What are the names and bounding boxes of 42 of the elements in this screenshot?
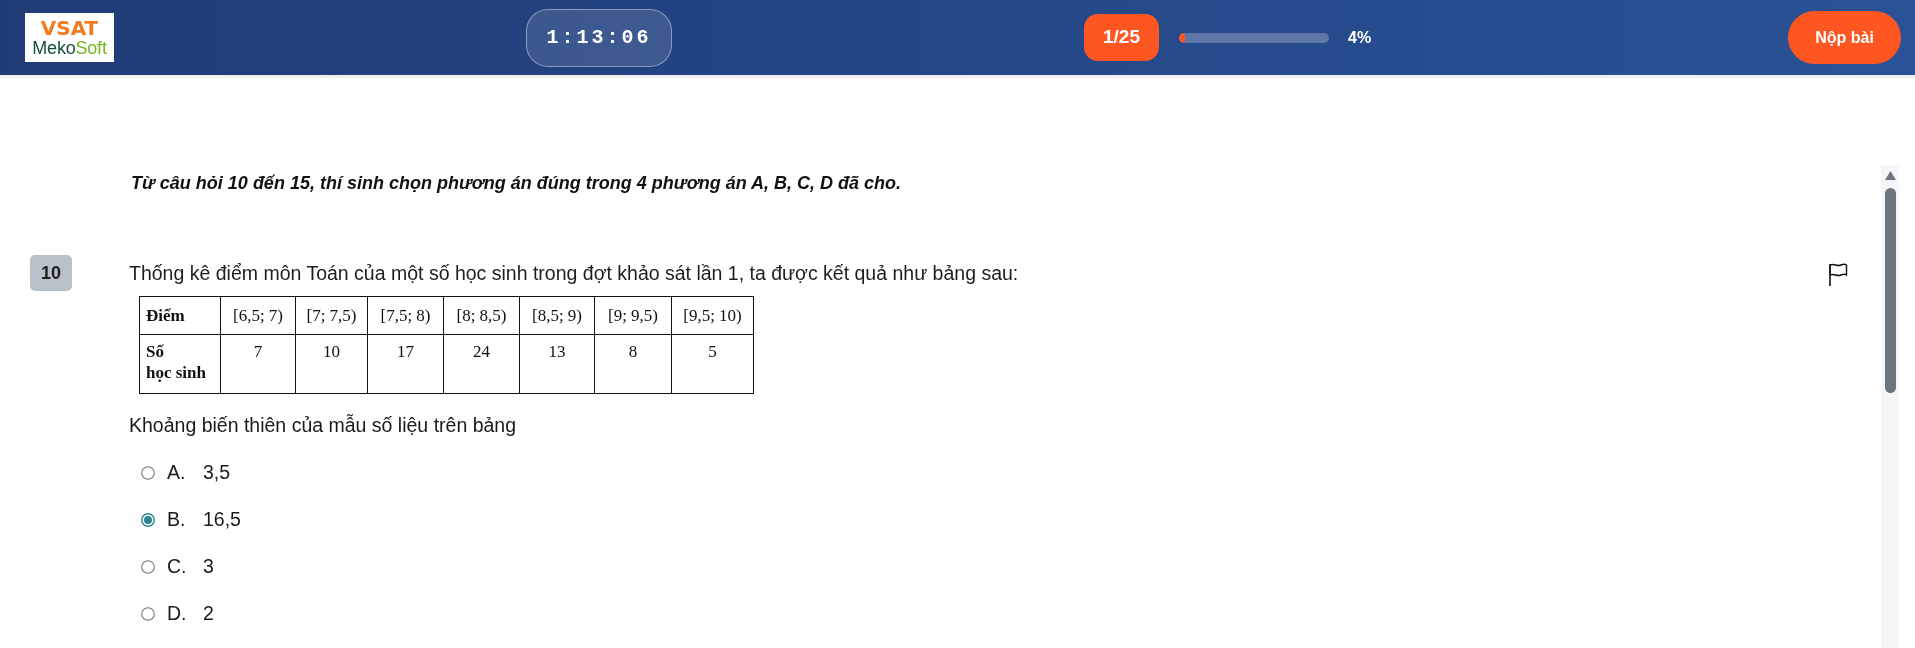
question-text: Thống kê điểm môn Toán của một số học sinh trong đợt khảo sát lần 1, ta được kết quả như bảng sau: xyxy=(129,261,1020,285)
option-letter: B. xyxy=(167,507,187,533)
table-cell: 7 xyxy=(220,334,296,394)
option-letter: D. xyxy=(167,601,188,627)
table-cell: [6,5; 7) xyxy=(220,296,296,335)
table-cell: 17 xyxy=(367,334,444,394)
submit-button[interactable]: Nộp bài xyxy=(1788,11,1901,64)
table-cell: 13 xyxy=(519,334,595,394)
option-text: 2 xyxy=(203,601,214,627)
radio-button[interactable] xyxy=(141,513,155,527)
table-cell: [8; 8,5) xyxy=(443,296,520,335)
option-letter: C. xyxy=(167,554,188,580)
table-cell: 24 xyxy=(443,334,520,394)
table-cell: 10 xyxy=(295,334,368,394)
row-header-cell: Điểm xyxy=(139,296,221,335)
timer-display: 1:13:06 xyxy=(526,8,672,67)
question-number: 10 xyxy=(30,255,72,291)
table-cell: 5 xyxy=(671,334,754,394)
table-cell: [7,5; 8) xyxy=(367,296,444,335)
option-text: 16,5 xyxy=(203,507,241,533)
radio-button[interactable] xyxy=(141,560,155,574)
radio-button[interactable] xyxy=(141,466,155,480)
question-prompt: Khoảng biến thiên của mẫu số liệu trên bảng xyxy=(129,413,518,437)
logo-title: VSAT xyxy=(40,17,99,39)
table-cell: 8 xyxy=(594,334,672,394)
scrollbar-track[interactable] xyxy=(1881,165,1899,648)
flag-icon[interactable] xyxy=(1828,263,1848,287)
table-cell: [9; 9,5) xyxy=(594,296,672,335)
option-text: 3,5 xyxy=(203,460,231,486)
table-cell: [9,5; 10) xyxy=(671,296,754,335)
table-cell: [8,5; 9) xyxy=(519,296,595,335)
scroll-up-arrow-icon[interactable] xyxy=(1884,171,1896,180)
logo-subtitle: MekoSoft xyxy=(32,38,107,58)
scrollbar-thumb[interactable] xyxy=(1884,188,1896,393)
option-text: 3 xyxy=(203,554,214,580)
progress-percent: 4% xyxy=(1348,27,1372,48)
question-counter: 1/25 xyxy=(1084,14,1159,61)
instruction-text: Từ câu hỏi 10 đến 15, thí sinh chọn phương án đúng trong 4 phương án A, B, C, D đã cho. xyxy=(131,172,903,195)
option-letter: A. xyxy=(167,460,187,486)
row-header-cell: Số học sinh xyxy=(139,334,221,394)
table-cell: [7; 7,5) xyxy=(295,296,368,335)
radio-button[interactable] xyxy=(141,607,155,621)
